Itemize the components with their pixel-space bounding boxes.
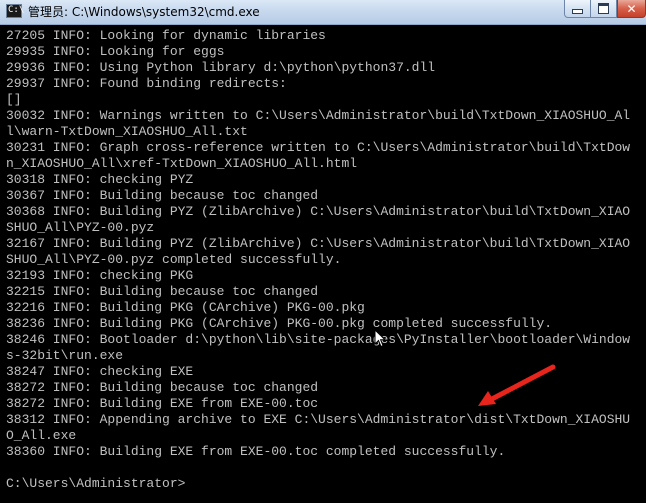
console-text: 27205 INFO: Looking for dynamic librarie… (6, 28, 630, 492)
console-line: 30231 INFO: Graph cross-reference writte… (6, 140, 631, 155)
console-line: SHUO_All\PYZ-00.pyz completed successful… (6, 252, 342, 267)
console-line: O_All.exe (6, 428, 77, 443)
console-line: 38360 INFO: Building EXE from EXE-00.toc… (6, 444, 506, 459)
mouse-cursor-icon (374, 329, 386, 348)
console-line: 38246 INFO: Bootloader d:\python\lib\sit… (6, 332, 631, 347)
console-line: 38312 INFO: Appending archive to EXE C:\… (6, 412, 631, 427)
window-title: 管理员: C:\Windows\system32\cmd.exe (28, 5, 260, 19)
red-arrow-icon (478, 364, 556, 406)
console-line: 29937 INFO: Found binding redirects: (6, 76, 287, 91)
cmd-window: C:\ 管理员: C:\Windows\system32\cmd.exe ✕ 2… (0, 0, 646, 503)
console-line: 38236 INFO: Building PKG (CArchive) PKG-… (6, 316, 553, 331)
console-line: 32215 INFO: Building because toc changed (6, 284, 319, 299)
console-line: 32167 INFO: Building PYZ (ZlibArchive) C… (6, 236, 631, 251)
console-line: [] (6, 92, 22, 107)
console-line: 27205 INFO: Looking for dynamic librarie… (6, 28, 326, 43)
console-output[interactable]: 27205 INFO: Looking for dynamic librarie… (0, 25, 646, 503)
title-bar[interactable]: C:\ 管理员: C:\Windows\system32\cmd.exe ✕ (0, 0, 646, 25)
console-line: C:\Users\Administrator> (6, 476, 186, 491)
cmd-icon[interactable]: C:\ (6, 4, 24, 18)
console-line: 30318 INFO: checking PYZ (6, 172, 194, 187)
console-line: SHUO_All\PYZ-00.pyz (6, 220, 155, 235)
console-line: l\warn-TxtDown_XIAOSHUO_All.txt (6, 124, 248, 139)
console-line: 30368 INFO: Building PYZ (ZlibArchive) C… (6, 204, 631, 219)
console-line: 32216 INFO: Building PKG (CArchive) PKG-… (6, 300, 365, 315)
console-line: 30367 INFO: Building because toc changed (6, 188, 319, 203)
minimize-icon (572, 9, 583, 14)
console-line: 30032 INFO: Warnings written to C:\Users… (6, 108, 631, 123)
minimize-button[interactable] (564, 0, 591, 18)
maximize-button[interactable] (591, 0, 617, 18)
console-line: n_XIAOSHUO_All\xref-TxtDown_XIAOSHUO_All… (6, 156, 358, 171)
maximize-icon (598, 3, 609, 14)
close-button[interactable]: ✕ (617, 0, 646, 18)
console-line: 32193 INFO: checking PKG (6, 268, 194, 283)
console-line: 29936 INFO: Using Python library d:\pyth… (6, 60, 436, 75)
console-line: s-32bit\run.exe (6, 348, 124, 363)
close-icon: ✕ (626, 1, 637, 16)
console-line: 29935 INFO: Looking for eggs (6, 44, 225, 59)
